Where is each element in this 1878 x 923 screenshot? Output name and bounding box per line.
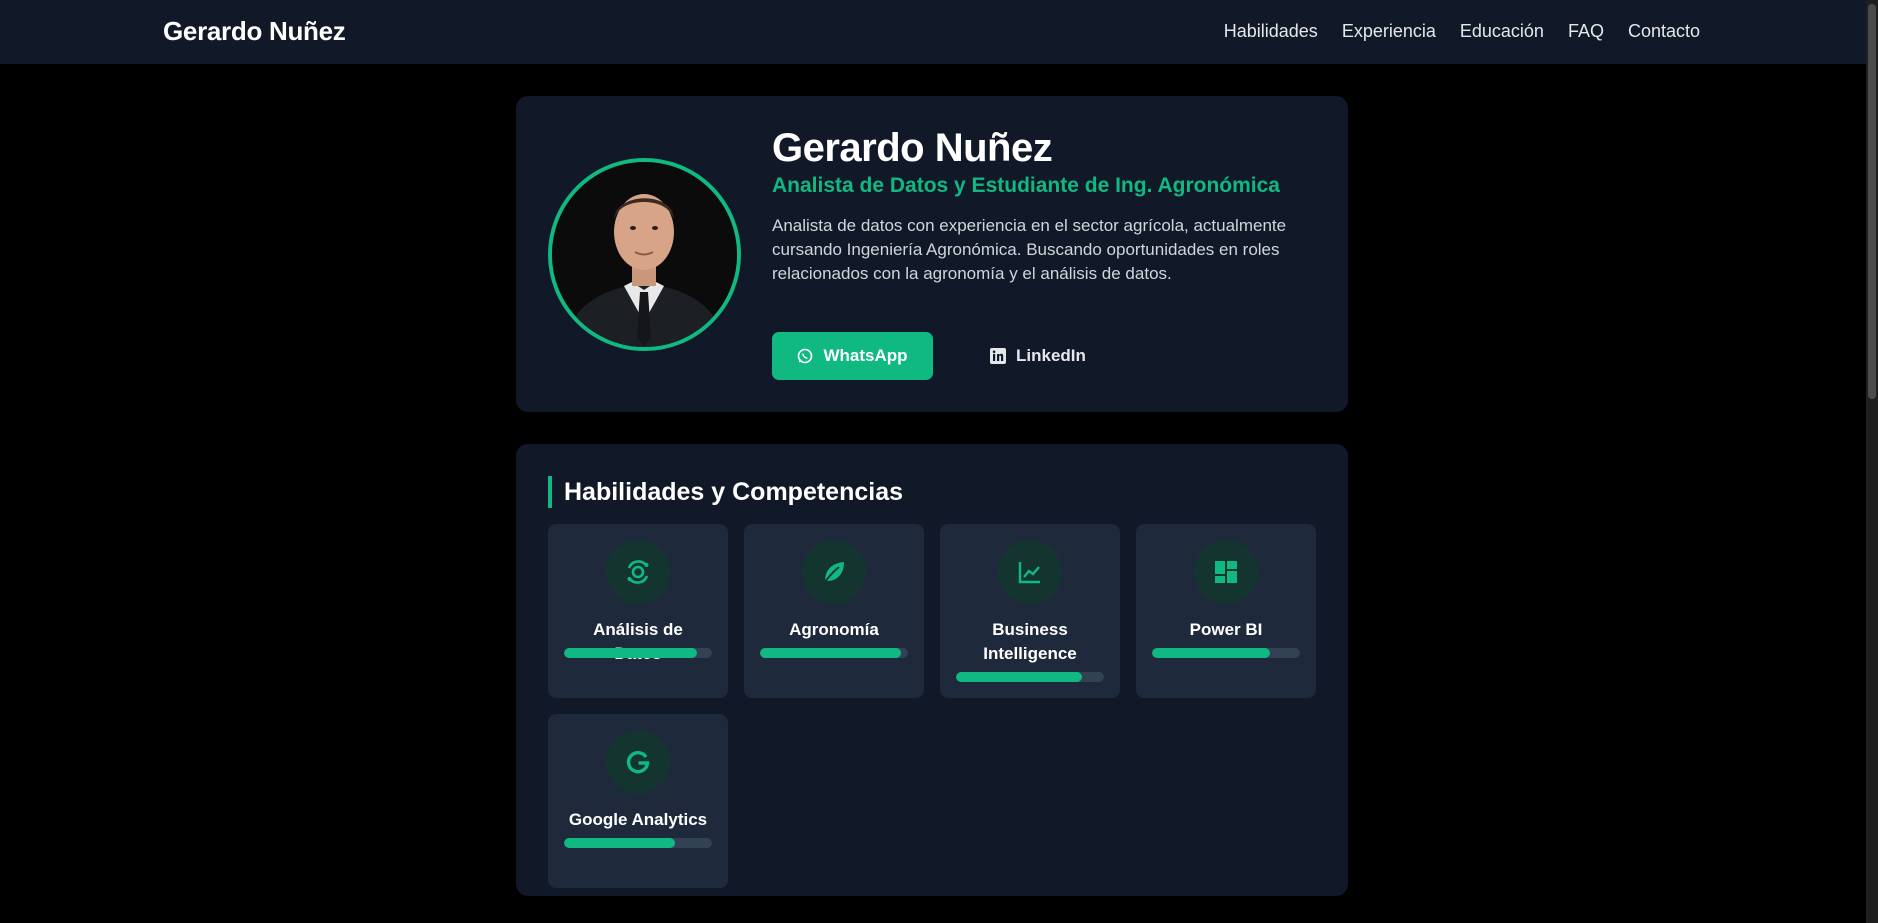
whatsapp-icon: [798, 348, 813, 364]
nav-link-habilidades[interactable]: Habilidades: [1224, 21, 1318, 42]
brand-logo[interactable]: Gerardo Nuñez: [163, 16, 346, 47]
linkedin-button[interactable]: LinkedIn: [966, 332, 1106, 380]
linkedin-label: LinkedIn: [1016, 346, 1086, 365]
skills-card: Habilidades y Competencias Análisis de D…: [516, 444, 1348, 896]
skill-label: Business Intelligence: [983, 620, 1077, 663]
chart-line-icon: [1018, 562, 1040, 584]
hero-description: Analista de datos con experiencia en el …: [772, 216, 1287, 283]
data-analysis-icon: [627, 560, 649, 584]
skill-card-business-intelligence: Business Intelligence: [940, 524, 1120, 698]
skill-label: Análisis de Datos: [593, 620, 683, 663]
hero-name: Gerardo Nuñez: [772, 126, 1053, 170]
nav-link-experiencia[interactable]: Experiencia: [1342, 21, 1436, 42]
nav-link-educacion[interactable]: Educación: [1460, 21, 1544, 42]
skill-card-agronomia: Agronomía: [744, 524, 924, 698]
skill-icon-circle: [998, 540, 1062, 604]
skill-progress-fill: [564, 838, 675, 848]
profile-photo-icon: [552, 162, 737, 347]
skill-progress-fill: [956, 672, 1082, 682]
skill-progress-bar: [760, 648, 908, 658]
skill-card-power-bi: Power BI: [1136, 524, 1316, 698]
scrollbar-thumb[interactable]: [1868, 4, 1876, 399]
whatsapp-button[interactable]: WhatsApp: [772, 332, 933, 380]
skills-section-title: Habilidades y Competencias: [548, 476, 903, 508]
skill-progress-bar: [956, 672, 1104, 682]
profile-avatar: [548, 158, 741, 351]
skill-icon-circle: [1194, 540, 1258, 604]
skill-card-google-analytics: Google Analytics: [548, 714, 728, 888]
skill-icon-circle: [606, 540, 670, 604]
nav-link-faq[interactable]: FAQ: [1568, 21, 1604, 42]
skill-progress-fill: [760, 648, 901, 658]
top-navbar: Gerardo Nuñez Habilidades Experiencia Ed…: [0, 0, 1866, 64]
main-nav: Habilidades Experiencia Educación FAQ Co…: [1224, 21, 1700, 42]
skill-progress-bar: [564, 648, 712, 658]
skill-progress-fill: [564, 648, 698, 658]
whatsapp-label: WhatsApp: [823, 346, 908, 365]
skill-icon-circle: [606, 730, 670, 794]
skill-label: Power BI: [1189, 620, 1263, 639]
skill-progress-bar: [564, 838, 712, 848]
linkedin-icon: [990, 348, 1006, 364]
google-icon: [626, 751, 650, 774]
skill-icon-circle: [802, 540, 866, 604]
skill-progress-bar: [1152, 648, 1300, 658]
hero-role: Analista de Datos y Estudiante de Ing. A…: [772, 174, 1280, 197]
nav-link-contacto[interactable]: Contacto: [1628, 21, 1700, 42]
hero-card: Gerardo Nuñez Analista de Datos y Estudi…: [516, 96, 1348, 412]
skill-card-analisis-datos: Análisis de Datos: [548, 524, 728, 698]
skill-progress-fill: [1152, 648, 1271, 658]
skill-label: Google Analytics: [568, 810, 708, 829]
skill-label: Agronomía: [789, 620, 879, 639]
page-scrollbar[interactable]: [1866, 0, 1878, 923]
leaf-icon: [824, 562, 844, 583]
dashboard-icon: [1215, 561, 1237, 583]
